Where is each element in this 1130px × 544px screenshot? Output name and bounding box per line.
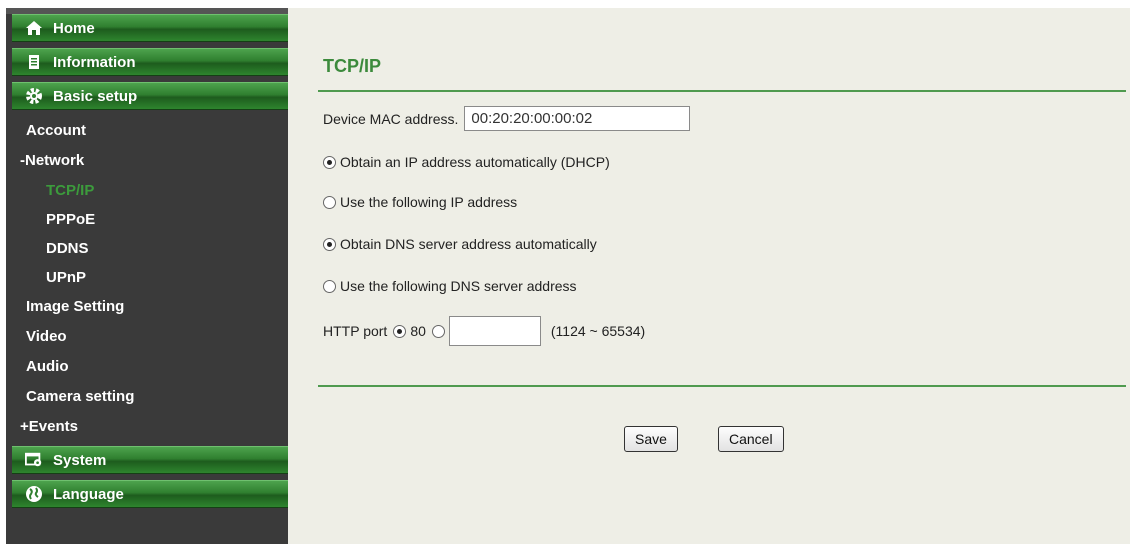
globe-icon: [25, 485, 43, 503]
nav-system-label: System: [53, 451, 107, 469]
sidebar-item-upnp[interactable]: UPnP: [6, 263, 288, 292]
http-port-default-label: 80: [410, 323, 426, 339]
home-icon: [25, 19, 43, 37]
nav-language[interactable]: Language: [12, 480, 292, 508]
dhcp-label: Obtain an IP address automatically (DHCP…: [340, 154, 610, 170]
dns-manual-label: Use the following DNS server address: [340, 278, 577, 294]
sidebar-item-camera-setting[interactable]: Camera setting: [6, 382, 288, 412]
http-port-custom-radio[interactable]: [431, 324, 445, 338]
nav-basic-setup-label: Basic setup: [53, 87, 138, 105]
dns-manual-option-row: Use the following DNS server address: [323, 278, 577, 294]
http-port-row: HTTP port 80 (1124 ~ 65534): [323, 316, 645, 346]
sidebar-item-account[interactable]: Account: [6, 116, 288, 146]
http-port-range-hint: (1124 ~ 65534): [550, 323, 646, 339]
info-icon: [25, 53, 43, 71]
title-divider: [318, 90, 1126, 92]
sidebar-item-video[interactable]: Video: [6, 322, 288, 352]
basic-setup-submenu: Account -Network TCP/IP PPPoE DDNS UPnP …: [6, 116, 288, 442]
cancel-button[interactable]: Cancel: [718, 426, 784, 452]
sidebar-item-pppoe[interactable]: PPPoE: [6, 205, 288, 234]
mac-address-label: Device MAC address.: [323, 110, 459, 127]
nav-home[interactable]: Home: [12, 14, 292, 42]
nav-language-label: Language: [53, 485, 124, 503]
dns-manual-radio[interactable]: [323, 279, 336, 293]
http-port-default-radio[interactable]: [393, 324, 407, 338]
nav-home-label: Home: [53, 19, 95, 37]
nav-information[interactable]: Information: [12, 48, 292, 76]
save-button[interactable]: Save: [624, 426, 678, 452]
http-port-label: HTTP port: [323, 323, 388, 339]
mac-address-field[interactable]: [464, 106, 691, 131]
nav-information-label: Information: [53, 53, 136, 71]
system-icon: [25, 451, 43, 469]
sidebar-item-tcpip[interactable]: TCP/IP: [6, 176, 288, 205]
nav-basic-setup[interactable]: Basic setup: [12, 82, 292, 110]
dns-auto-label: Obtain DNS server address automatically: [340, 236, 597, 252]
sidebar: Home Information Basic setup Account -Ne…: [6, 8, 292, 544]
dns-auto-option-row: Obtain DNS server address automatically: [323, 236, 597, 252]
gear-icon: [25, 87, 43, 105]
static-ip-radio[interactable]: [323, 195, 336, 209]
sidebar-item-ddns[interactable]: DDNS: [6, 234, 288, 263]
mac-address-row: Device MAC address.: [323, 106, 691, 131]
sidebar-item-network[interactable]: -Network: [6, 146, 288, 176]
dhcp-option-row: Obtain an IP address automatically (DHCP…: [323, 154, 610, 170]
dhcp-radio[interactable]: [323, 155, 336, 169]
nav-system[interactable]: System: [12, 446, 292, 474]
http-port-custom-field[interactable]: [448, 316, 541, 346]
form-divider: [318, 385, 1126, 387]
static-ip-label: Use the following IP address: [340, 194, 518, 210]
static-ip-option-row: Use the following IP address: [323, 194, 517, 210]
sidebar-item-events[interactable]: +Events: [6, 412, 288, 442]
dns-auto-radio[interactable]: [323, 237, 336, 251]
sidebar-item-audio[interactable]: Audio: [6, 352, 288, 382]
content-panel: TCP/IP Device MAC address. Obtain an IP …: [288, 8, 1130, 544]
sidebar-item-image-setting[interactable]: Image Setting: [6, 292, 288, 322]
page-title: TCP/IP: [323, 56, 382, 76]
